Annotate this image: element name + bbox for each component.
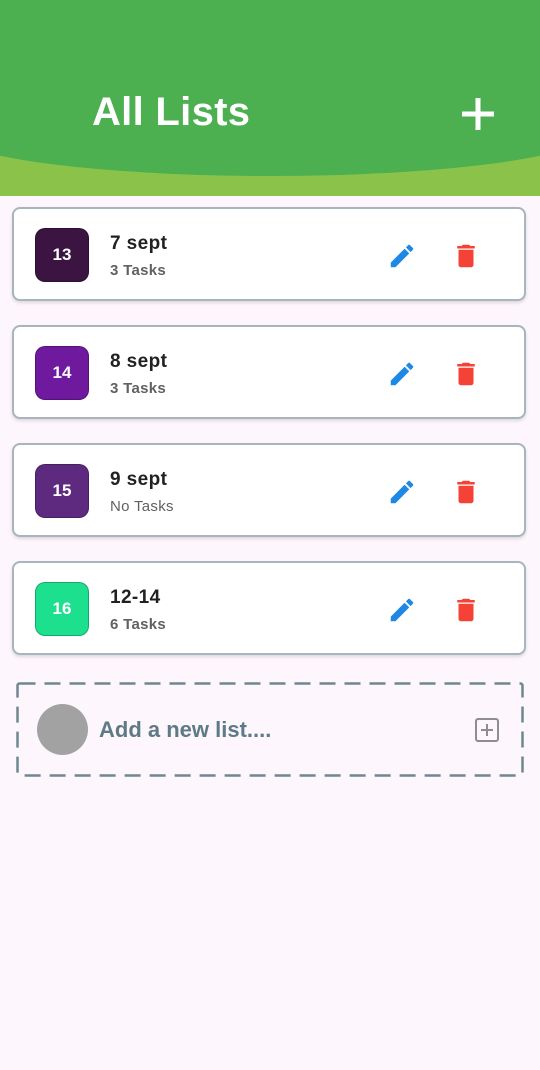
list-card[interactable]: 13 7 sept 3 Tasks: [12, 207, 526, 301]
day-badge: 15: [35, 464, 89, 518]
plus-icon: [462, 98, 494, 130]
task-count: No Tasks: [110, 498, 174, 515]
header-wave: [0, 0, 540, 176]
edit-button[interactable]: [387, 595, 417, 625]
list-card[interactable]: 14 8 sept 3 Tasks: [12, 325, 526, 419]
avatar: [37, 704, 88, 755]
task-count: 3 Tasks: [110, 262, 167, 279]
task-count: 6 Tasks: [110, 616, 167, 633]
list-name: 9 sept: [110, 469, 168, 490]
trash-icon: [457, 480, 475, 504]
list-name: 12-14: [110, 587, 161, 608]
task-count: 3 Tasks: [110, 380, 167, 397]
new-list-row: [16, 682, 524, 777]
edit-button[interactable]: [387, 477, 417, 507]
list-name: 8 sept: [110, 351, 168, 372]
trash-icon: [457, 244, 475, 268]
list-card[interactable]: 16 12-14 6 Tasks: [12, 561, 526, 655]
add-list-button[interactable]: [456, 92, 500, 136]
add-new-list-button[interactable]: [474, 717, 500, 743]
list-card[interactable]: 15 9 sept No Tasks: [12, 443, 526, 537]
pencil-icon: [390, 598, 414, 622]
edit-button[interactable]: [387, 359, 417, 389]
edit-button[interactable]: [387, 241, 417, 271]
day-badge: 13: [35, 228, 89, 282]
delete-button[interactable]: [451, 359, 481, 389]
delete-button[interactable]: [451, 477, 481, 507]
delete-button[interactable]: [451, 241, 481, 271]
pencil-icon: [390, 244, 414, 268]
plus-square-icon: [475, 718, 499, 742]
day-badge: 14: [35, 346, 89, 400]
delete-button[interactable]: [451, 595, 481, 625]
day-badge: 16: [35, 582, 89, 636]
pencil-icon: [390, 480, 414, 504]
pencil-icon: [390, 362, 414, 386]
trash-icon: [457, 362, 475, 386]
trash-icon: [457, 598, 475, 622]
app-header: All Lists: [0, 0, 540, 196]
new-list-input[interactable]: [99, 715, 449, 745]
page-title: All Lists: [92, 90, 251, 134]
list-name: 7 sept: [110, 233, 168, 254]
